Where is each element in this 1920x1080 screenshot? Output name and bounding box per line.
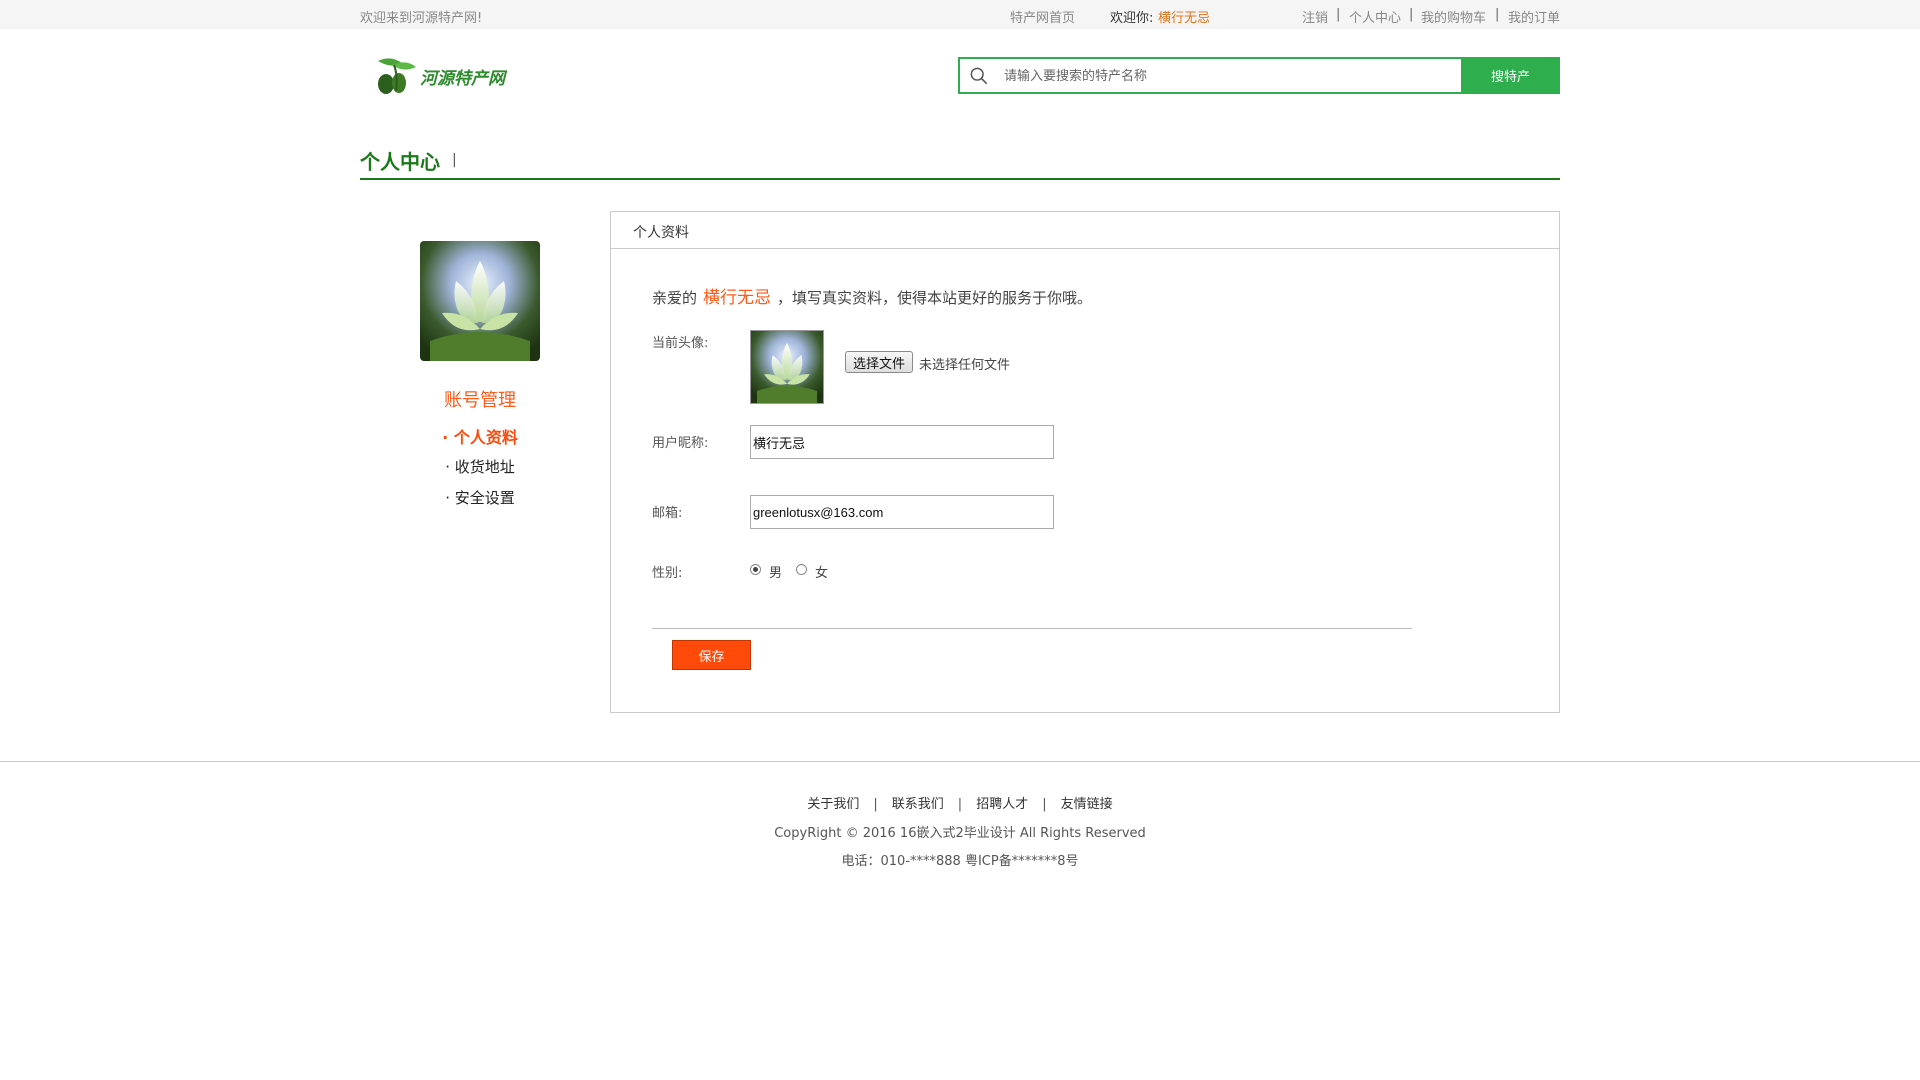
nickname-label: 用户昵称: <box>652 436 709 451</box>
personal-center-link[interactable]: 个人中心 <box>1349 7 1401 26</box>
panel-header: 个人资料 <box>611 212 1559 249</box>
logout-link[interactable]: 注销 <box>1302 7 1328 26</box>
footer-link-contact[interactable]: 联系我们 <box>892 797 944 812</box>
footer-links: 关于我们 | 联系我们 | 招聘人才 | 友情链接 <box>0 793 1920 812</box>
title-underline <box>360 178 1560 180</box>
logo-text: 河源特产网 <box>420 69 505 89</box>
save-button[interactable]: 保存 <box>672 640 751 670</box>
gender-female-radio[interactable] <box>796 564 807 575</box>
search-box <box>958 57 1462 94</box>
page-title: 个人中心 <box>360 150 440 174</box>
email-label: 邮箱: <box>652 506 683 521</box>
gender-label: 性别: <box>652 566 683 581</box>
footer-separator: | <box>957 797 963 812</box>
nickname-field[interactable] <box>750 425 1054 459</box>
lotus-avatar-image <box>751 331 823 403</box>
cart-link[interactable]: 我的购物车 <box>1421 7 1486 26</box>
greeting: 亲爱的 横行无忌 ，填写真实资料，使得本站更好的服务于你哦。 <box>652 283 1092 308</box>
footer-copyright: CopyRight © 2016 16嵌入式2毕业设计 All Rights R… <box>774 826 1146 841</box>
search-icon <box>970 67 988 85</box>
search-input[interactable] <box>1002 59 1456 94</box>
footer-link-about[interactable]: 关于我们 <box>807 797 859 812</box>
footer-divider <box>0 761 1920 762</box>
title-separator: | <box>452 152 457 168</box>
avatar <box>420 241 540 361</box>
panel-title: 个人资料 <box>633 225 689 241</box>
greeting-name: 横行无忌 <box>703 288 772 308</box>
gender-female-label: 女 <box>815 566 829 581</box>
lotus-avatar-image <box>420 241 540 361</box>
search-button[interactable]: 搜特产 <box>1461 57 1560 94</box>
orders-link[interactable]: 我的订单 <box>1508 7 1560 26</box>
hello-label: 欢迎你: <box>1110 11 1154 26</box>
welcome-text: 欢迎来到河源特产网! <box>360 11 483 26</box>
footer-link-jobs[interactable]: 招聘人才 <box>976 797 1028 812</box>
file-status: 未选择任何文件 <box>919 358 1011 373</box>
current-avatar <box>750 330 824 404</box>
email-field[interactable] <box>750 495 1054 529</box>
avatar-label: 当前头像: <box>652 336 709 351</box>
footer-separator: | <box>1042 797 1047 812</box>
top-bar: 欢迎来到河源特产网! 特产网首页 欢迎你: 横行无忌 注销 | 个人中心 | 我… <box>0 0 1920 29</box>
home-link[interactable]: 特产网首页 <box>1010 7 1075 26</box>
username-link[interactable]: 横行无忌 <box>1158 7 1210 26</box>
olive-logo-icon <box>378 58 416 94</box>
gender-male-radio[interactable] <box>750 564 761 575</box>
account-management-heading: 账号管理 <box>444 390 516 411</box>
site-logo[interactable]: 河源特产网 <box>372 53 532 101</box>
sidebar-item-address[interactable]: · 收货地址 <box>420 456 540 477</box>
gender-male-label: 男 <box>769 566 783 581</box>
form-divider <box>652 628 1412 629</box>
choose-file-button[interactable]: 选择文件 <box>845 351 913 373</box>
footer-separator: | <box>873 797 878 812</box>
topbar-separator: | <box>1495 7 1500 22</box>
topbar-separator: | <box>1409 7 1414 22</box>
footer-telephone: 电话：010-****888 粤ICP备*******8号 <box>841 854 1079 869</box>
profile-panel: 个人资料 亲爱的 横行无忌 ，填写真实资料，使得本站更好的服务于你哦。 当前头像: … <box>610 211 1560 713</box>
footer-link-friends[interactable]: 友情链接 <box>1061 797 1113 812</box>
greeting-prefix: 亲爱的 <box>652 289 698 307</box>
sidebar-item-profile[interactable]: · 个人资料 <box>420 424 540 448</box>
sidebar-item-security[interactable]: · 安全设置 <box>420 487 540 508</box>
topbar-separator: | <box>1336 7 1341 22</box>
greeting-suffix: ，填写真实资料，使得本站更好的服务于你哦。 <box>777 289 1093 307</box>
